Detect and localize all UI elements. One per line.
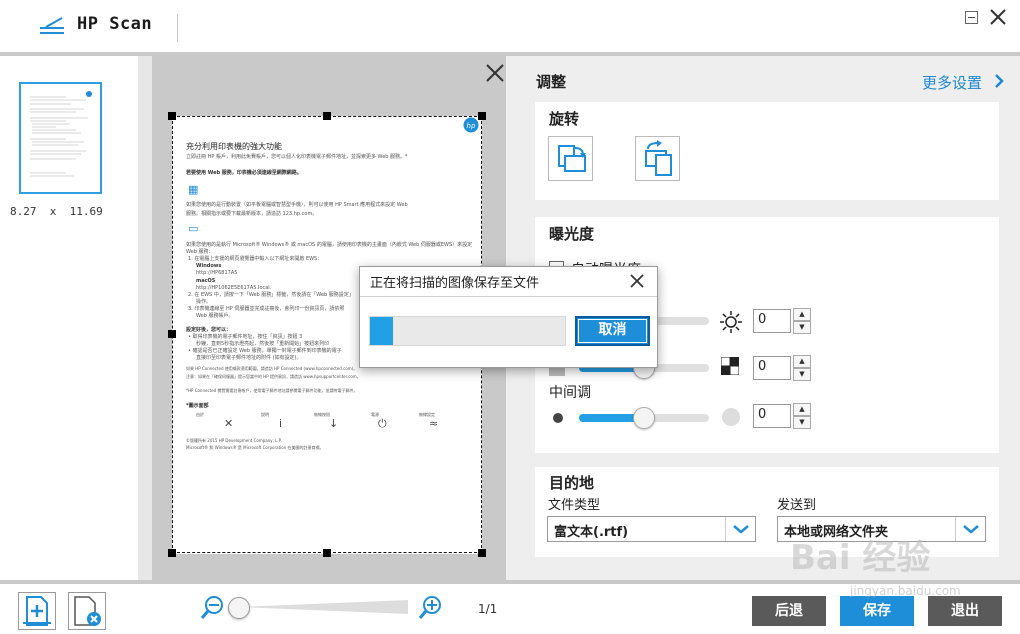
contrast-stepper[interactable]: ▲ ▼ bbox=[793, 355, 811, 381]
cancel-button[interactable]: 取消 bbox=[575, 316, 650, 346]
add-page-button[interactable] bbox=[18, 592, 56, 630]
crop-handle-top-right[interactable] bbox=[478, 112, 486, 120]
rotate-card: 旋转 bbox=[535, 102, 999, 200]
add-page-icon bbox=[23, 596, 51, 626]
stepper-up-icon[interactable]: ▲ bbox=[793, 308, 811, 321]
dialog-close-icon[interactable] bbox=[628, 272, 646, 290]
page-count: 1/1 bbox=[478, 602, 498, 616]
dialog-divider bbox=[360, 296, 657, 297]
crop-handle-top[interactable] bbox=[323, 112, 331, 120]
midtone-value-input[interactable]: 0 bbox=[753, 404, 791, 428]
brightness-value-input[interactable]: 0 bbox=[753, 309, 791, 333]
more-settings-link[interactable]: 更多设置 bbox=[922, 72, 982, 93]
chevron-down-icon[interactable] bbox=[725, 517, 755, 541]
scanner-logo-icon bbox=[40, 17, 64, 34]
stepper-up-icon[interactable]: ▲ bbox=[793, 403, 811, 416]
rotate-heading: 旋转 bbox=[549, 110, 580, 128]
watermark-brand: Bai 经验 bbox=[790, 538, 931, 578]
minimize-button[interactable] bbox=[965, 11, 978, 24]
dialog-title: 正在将扫描的图像保存至文件 bbox=[370, 276, 540, 291]
baidu-watermark: Bai 经验 jingyan.baidu.com bbox=[790, 518, 1020, 628]
stepper-down-icon[interactable]: ▼ bbox=[793, 368, 811, 381]
save-progress-fill bbox=[370, 317, 393, 345]
stepper-down-icon[interactable]: ▼ bbox=[793, 416, 811, 429]
crop-handle-left[interactable] bbox=[168, 330, 176, 338]
zoom-out-icon[interactable] bbox=[200, 594, 226, 620]
delete-page-icon bbox=[74, 596, 101, 626]
dark-dot-icon bbox=[553, 413, 563, 423]
high-contrast-icon bbox=[721, 357, 739, 375]
midtone-stepper[interactable]: ▲ ▼ bbox=[793, 403, 811, 429]
stepper-up-icon[interactable]: ▲ bbox=[793, 355, 811, 368]
contrast-value-input[interactable]: 0 bbox=[753, 356, 791, 380]
rotate-right-icon bbox=[645, 140, 672, 176]
chevron-right-icon[interactable] bbox=[994, 73, 1004, 89]
light-dot-icon bbox=[722, 408, 740, 426]
sun-icon bbox=[720, 311, 742, 333]
thumbnail-separator bbox=[138, 56, 152, 580]
watermark-url: jingyan.baidu.com bbox=[850, 584, 961, 598]
brightness-stepper[interactable]: ▲ ▼ bbox=[793, 308, 811, 334]
midtone-knob[interactable] bbox=[633, 407, 655, 429]
rotate-right-button[interactable] bbox=[635, 136, 680, 181]
title-divider bbox=[177, 14, 178, 42]
file-type-value: 富文本(.rtf) bbox=[554, 525, 629, 540]
crop-handle-top-left[interactable] bbox=[168, 112, 176, 120]
destination-heading: 目的地 bbox=[549, 474, 595, 492]
adjust-heading: 调整 bbox=[536, 73, 567, 91]
rotate-left-button[interactable] bbox=[548, 136, 593, 181]
page-thumbnail[interactable] bbox=[19, 82, 102, 194]
save-progress-bar bbox=[369, 316, 566, 346]
stepper-down-icon[interactable]: ▼ bbox=[793, 321, 811, 334]
delete-page-button[interactable] bbox=[68, 592, 106, 630]
zoom-slider[interactable] bbox=[236, 600, 408, 614]
crop-handle-bottom-left[interactable] bbox=[168, 549, 176, 557]
page-size-label: 8.27 x 11.69 bbox=[10, 205, 103, 218]
close-preview-icon[interactable] bbox=[485, 63, 505, 83]
rotate-left-icon bbox=[558, 145, 586, 172]
exposure-heading: 曝光度 bbox=[549, 225, 595, 243]
app-title: HP Scan bbox=[77, 14, 153, 34]
title-bar bbox=[0, 0, 1020, 52]
zoom-in-icon[interactable] bbox=[418, 594, 444, 620]
midtone-label: 中间调 bbox=[549, 385, 591, 401]
close-window-icon[interactable] bbox=[988, 7, 1008, 27]
file-type-select[interactable]: 富文本(.rtf) bbox=[547, 516, 756, 542]
send-to-label: 发送到 bbox=[777, 498, 817, 513]
thumbnail-page-icon bbox=[30, 91, 92, 177]
zoom-slider-knob[interactable] bbox=[228, 597, 250, 619]
crop-handle-bottom[interactable] bbox=[323, 549, 331, 557]
file-type-label: 文件类型 bbox=[548, 498, 601, 513]
crop-handle-bottom-right[interactable] bbox=[478, 549, 486, 557]
